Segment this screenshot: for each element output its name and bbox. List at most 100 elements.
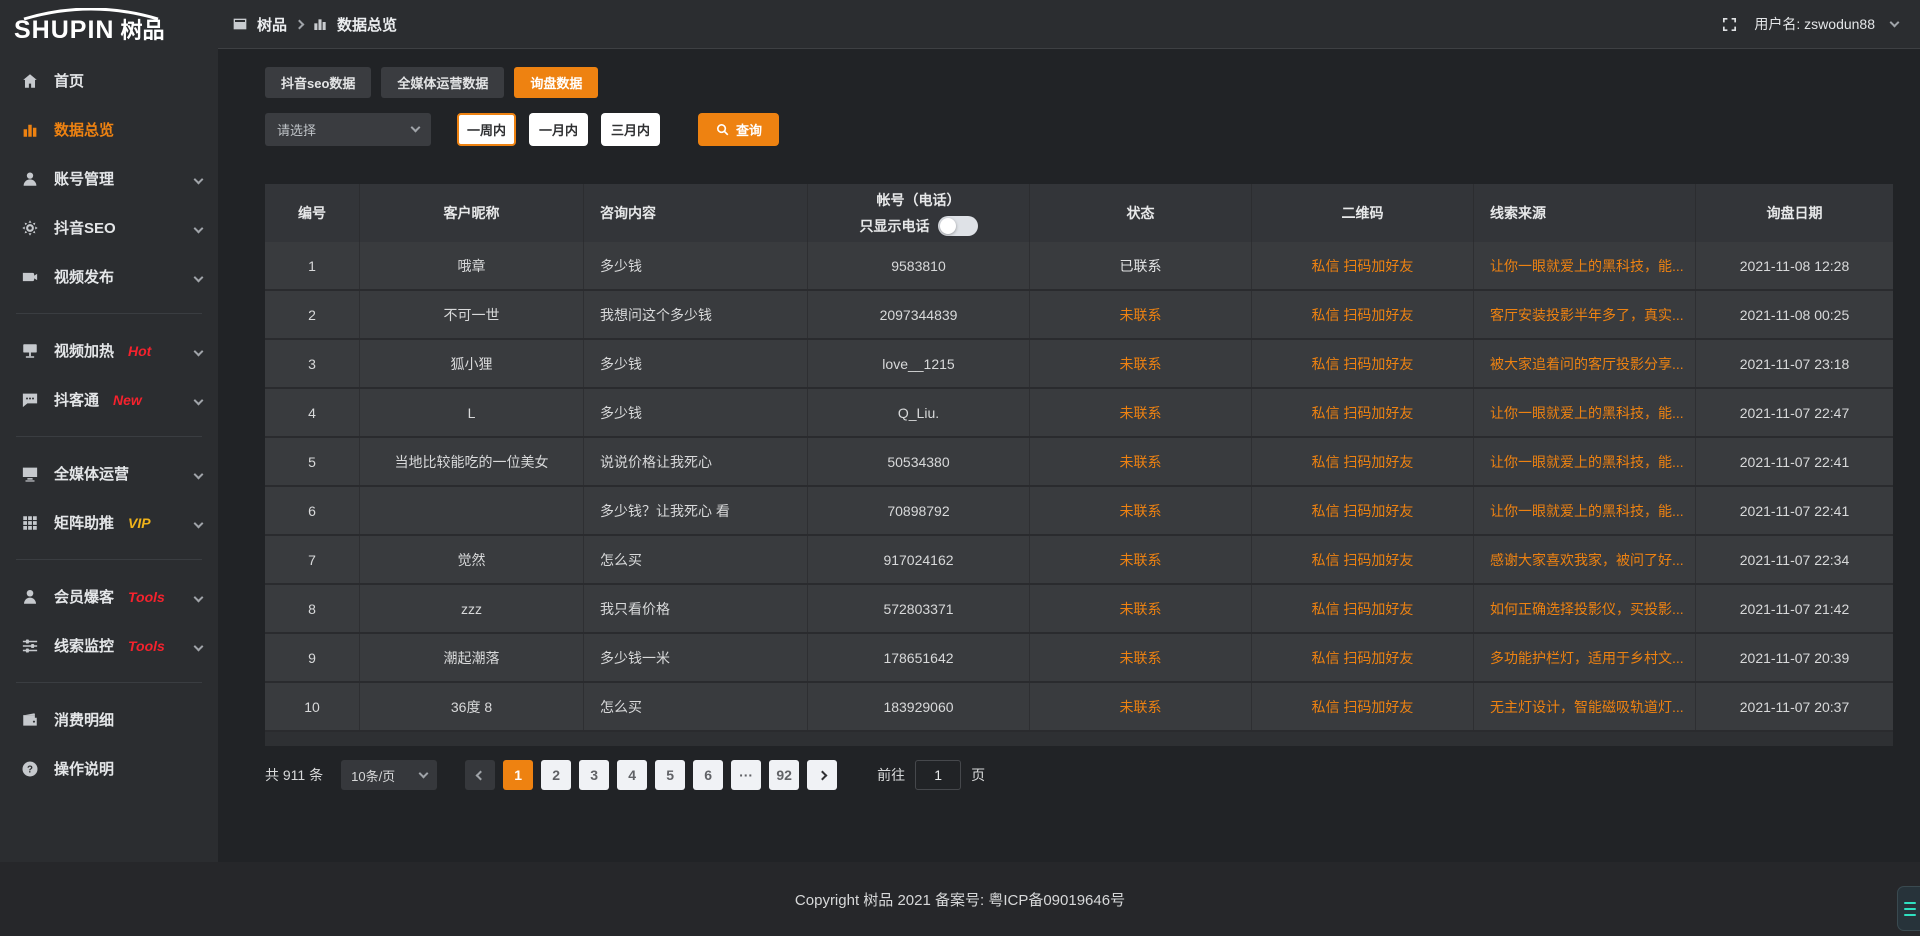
tab-1[interactable]: 全媒体运营数据 xyxy=(381,67,504,98)
cell-source[interactable]: 被大家追着问的客厅投影分享... xyxy=(1474,340,1696,387)
sidebar-item-label: 抖客通 xyxy=(54,389,99,410)
sidebar-item-3[interactable]: 抖音SEO xyxy=(0,203,218,252)
sidebar-item-15[interactable]: 消费明细 xyxy=(0,695,218,744)
tab-2[interactable]: 询盘数据 xyxy=(514,67,598,98)
sidebar-item-7[interactable]: 抖客通New xyxy=(0,375,218,424)
cell-source[interactable]: 让你一眼就爱上的黑科技，能... xyxy=(1474,389,1696,436)
sidebar-item-12[interactable]: 会员爆客Tools xyxy=(0,572,218,621)
sidebar-item-1[interactable]: 数据总览 xyxy=(0,105,218,154)
page-button-92[interactable]: 92 xyxy=(769,760,799,790)
sidebar-item-6[interactable]: 视频加热Hot xyxy=(0,326,218,375)
cell-account: 50534380 xyxy=(808,438,1030,485)
cell-inquiry: 多少钱？让我死心 看 xyxy=(584,487,808,534)
cell-source[interactable]: 让你一眼就爱上的黑科技，能... xyxy=(1474,438,1696,485)
widget-line xyxy=(1904,914,1916,916)
chevron-down-icon xyxy=(195,342,202,360)
cell-inquiry: 我想问这个多少钱 xyxy=(584,291,808,338)
cell-source[interactable]: 让你一眼就爱上的黑科技，能... xyxy=(1474,242,1696,289)
column-header: 线索来源 xyxy=(1474,184,1696,242)
chevron-down-icon xyxy=(411,123,421,133)
cell-qrcode[interactable]: 私信 扫码加好友 xyxy=(1252,389,1474,436)
search-button[interactable]: 查询 xyxy=(698,113,779,146)
page-button-6[interactable]: 6 xyxy=(693,760,723,790)
cell-qrcode[interactable]: 私信 扫码加好友 xyxy=(1252,487,1474,534)
cell-source[interactable]: 如何正确选择投影仪，买投影... xyxy=(1474,585,1696,632)
cell-inquiry: 多少钱一米 xyxy=(584,634,808,681)
page-button-5[interactable]: 5 xyxy=(655,760,685,790)
cell-date: 2021-11-07 22:47 xyxy=(1696,389,1893,436)
username[interactable]: 用户名: zswodun88 xyxy=(1754,14,1875,34)
sidebar-item-16[interactable]: ?操作说明 xyxy=(0,744,218,793)
cell-nickname: 觉然 xyxy=(360,536,584,583)
cell-account: 178651642 xyxy=(808,634,1030,681)
phone-only-toggle[interactable] xyxy=(938,216,978,236)
goto-suffix: 页 xyxy=(971,765,985,785)
prev-page-button[interactable] xyxy=(465,760,495,790)
page-button-3[interactable]: 3 xyxy=(579,760,609,790)
cell-qrcode[interactable]: 私信 扫码加好友 xyxy=(1252,242,1474,289)
cell-inquiry: 多少钱 xyxy=(584,242,808,289)
body-row: 首页数据总览账号管理抖音SEO视频发布视频加热Hot抖客通New全媒体运营矩阵助… xyxy=(0,48,1920,862)
app-logo[interactable]: SHUPIN 树品 xyxy=(0,6,218,43)
main-content: 抖音seo数据全媒体运营数据询盘数据 请选择 一周内一月内三月内 查询 编号客户… xyxy=(218,48,1920,862)
cell-nickname xyxy=(360,487,584,534)
page-size-select[interactable]: 10条/页 xyxy=(341,760,437,790)
cell-inquiry: 说说价格让我死心 xyxy=(584,438,808,485)
page-button-···[interactable]: ··· xyxy=(731,760,761,790)
chevron-right-icon xyxy=(817,770,827,780)
pagination: 共 911 条10条/页123456···92前往页 xyxy=(265,760,1893,790)
cell-qrcode[interactable]: 私信 扫码加好友 xyxy=(1252,291,1474,338)
sidebar-item-4[interactable]: 视频发布 xyxy=(0,252,218,301)
column-header: 客户昵称 xyxy=(360,184,584,242)
chevron-down-icon[interactable] xyxy=(1890,17,1900,27)
goto-page-input[interactable] xyxy=(915,760,961,790)
sidebar-item-label: 矩阵助推 xyxy=(54,512,114,533)
monitor-icon xyxy=(21,465,39,483)
cell-inquiry: 怎么买 xyxy=(584,536,808,583)
sidebar-item-badge: Hot xyxy=(128,343,151,359)
tab-0[interactable]: 抖音seo数据 xyxy=(265,67,371,98)
page-button-4[interactable]: 4 xyxy=(617,760,647,790)
customer-service-widget[interactable] xyxy=(1897,886,1920,931)
cell-account: love__1215 xyxy=(808,340,1030,387)
cell-source[interactable]: 无主灯设计，智能磁吸轨道灯... xyxy=(1474,683,1696,730)
cell-source[interactable]: 客厅安装投影半年多了，真实... xyxy=(1474,291,1696,338)
cell-source[interactable]: 感谢大家喜欢我家，被问了好... xyxy=(1474,536,1696,583)
cell-qrcode[interactable]: 私信 扫码加好友 xyxy=(1252,536,1474,583)
cell-qrcode[interactable]: 私信 扫码加好友 xyxy=(1252,634,1474,681)
period-button-1[interactable]: 一月内 xyxy=(529,113,588,146)
question-icon: ? xyxy=(21,760,39,778)
bar-chart-icon xyxy=(312,16,328,32)
sidebar-item-10[interactable]: 矩阵助推 VIP xyxy=(0,498,218,547)
footer: Copyright 树品 2021 备案号: 粤ICP备09019646号 xyxy=(0,862,1920,936)
sidebar-item-label: 会员爆客 xyxy=(54,586,114,607)
cell-account: 2097344839 xyxy=(808,291,1030,338)
sidebar-item-0[interactable]: 首页 xyxy=(0,56,218,105)
cell-source[interactable]: 让你一眼就爱上的黑科技，能... xyxy=(1474,487,1696,534)
cell-qrcode[interactable]: 私信 扫码加好友 xyxy=(1252,585,1474,632)
cell-account: 572803371 xyxy=(808,585,1030,632)
sidebar-item-13[interactable]: 线索监控Tools xyxy=(0,621,218,670)
sidebar-item-badge: VIP xyxy=(128,515,151,531)
period-button-2[interactable]: 三月内 xyxy=(601,113,660,146)
next-page-button[interactable] xyxy=(807,760,837,790)
cell-date: 2021-11-07 20:39 xyxy=(1696,634,1893,681)
fullscreen-icon[interactable] xyxy=(1721,16,1738,33)
filter-select[interactable]: 请选择 xyxy=(265,113,431,146)
sidebar-divider xyxy=(16,559,202,560)
cell-source[interactable]: 多功能护栏灯，适用于乡村文... xyxy=(1474,634,1696,681)
cell-qrcode[interactable]: 私信 扫码加好友 xyxy=(1252,438,1474,485)
cell-qrcode[interactable]: 私信 扫码加好友 xyxy=(1252,340,1474,387)
period-buttons: 一周内一月内三月内 xyxy=(457,113,673,146)
copyright-text: Copyright 树品 2021 备案号: 粤ICP备09019646号 xyxy=(795,889,1125,910)
chevron-down-icon xyxy=(195,268,202,286)
page-button-1[interactable]: 1 xyxy=(503,760,533,790)
sidebar-item-9[interactable]: 全媒体运营 xyxy=(0,449,218,498)
cell-qrcode[interactable]: 私信 扫码加好友 xyxy=(1252,683,1474,730)
toggle-knob xyxy=(940,218,956,234)
breadcrumb-item-home[interactable]: 树品 xyxy=(257,14,287,35)
page-button-2[interactable]: 2 xyxy=(541,760,571,790)
period-button-0[interactable]: 一周内 xyxy=(457,113,516,146)
sidebar-item-2[interactable]: 账号管理 xyxy=(0,154,218,203)
select-placeholder: 请选择 xyxy=(277,120,316,139)
